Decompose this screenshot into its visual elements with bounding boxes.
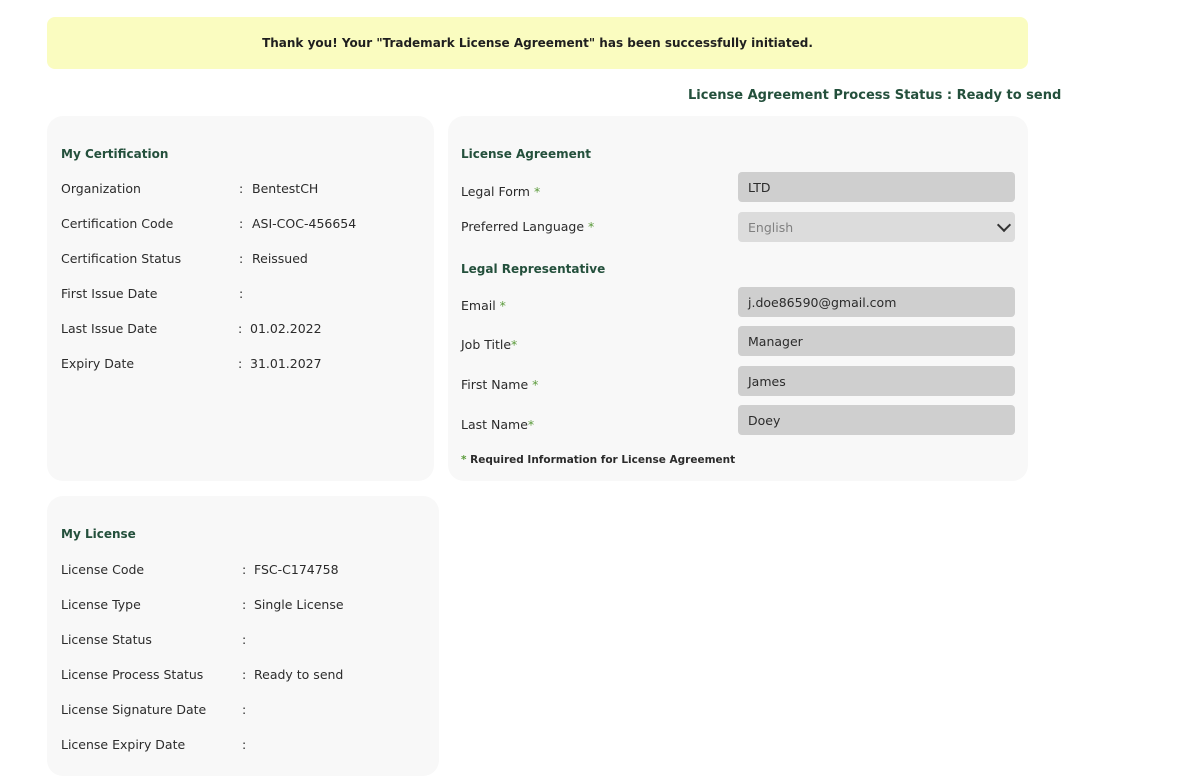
colon: : [239, 251, 244, 266]
license-process-status-value: Ready to send [254, 667, 344, 682]
license-card: My License License Code : FSC-C174758 Li… [47, 496, 439, 776]
license-process-status-label: License Process Status [61, 667, 204, 682]
organization-value: BentestCH [252, 181, 319, 196]
colon: : [238, 321, 243, 336]
last-issue-date-label: Last Issue Date [61, 321, 158, 336]
first-name-label: First Name * [461, 377, 539, 392]
license-signature-date-label: License Signature Date [61, 702, 207, 717]
colon: : [239, 216, 244, 231]
email-field[interactable]: j.doe86590@gmail.com [738, 287, 1015, 317]
colon: : [242, 702, 247, 717]
last-name-field[interactable]: Doey [738, 405, 1015, 435]
license-type-value: Single License [254, 597, 344, 612]
required-info-note: * Required Information for License Agree… [461, 454, 736, 466]
certification-code-label: Certification Code [61, 216, 174, 231]
last-name-label: Last Name* [461, 417, 535, 432]
preferred-language-select[interactable]: English [738, 212, 1015, 242]
email-label: Email * [461, 298, 506, 313]
license-title: My License [61, 527, 136, 541]
chevron-down-icon [996, 217, 1012, 233]
colon: : [239, 286, 244, 301]
certification-title: My Certification [61, 147, 169, 161]
colon: : [242, 737, 247, 752]
preferred-language-label: Preferred Language * [461, 219, 595, 234]
certification-code-value: ASI-COC-456654 [252, 216, 357, 231]
license-status-label: License Status [61, 632, 152, 647]
first-name-field[interactable]: James [738, 366, 1015, 396]
certification-status-value: Reissued [252, 251, 308, 266]
colon: : [242, 597, 247, 612]
legal-form-label: Legal Form * [461, 184, 541, 199]
license-agreement-card: License Agreement Legal Form * LTD Prefe… [448, 116, 1028, 481]
first-issue-date-label: First Issue Date [61, 286, 158, 301]
license-code-value: FSC-C174758 [254, 562, 339, 577]
organization-label: Organization [61, 181, 141, 196]
license-agreement-title: License Agreement [461, 147, 592, 161]
last-issue-date-value: 01.02.2022 [250, 321, 322, 336]
certification-status-label: Certification Status [61, 251, 182, 266]
colon: : [239, 181, 244, 196]
legal-representative-title: Legal Representative [461, 262, 606, 276]
success-message: Thank you! Your "Trademark License Agree… [262, 36, 813, 50]
colon: : [242, 562, 247, 577]
expiry-date-label: Expiry Date [61, 356, 135, 371]
colon: : [242, 632, 247, 647]
certification-card: My Certification Organization : BentestC… [47, 116, 434, 481]
license-expiry-date-label: License Expiry Date [61, 737, 186, 752]
process-status: License Agreement Process Status : Ready… [688, 88, 1062, 103]
success-banner: Thank you! Your "Trademark License Agree… [47, 17, 1028, 69]
license-type-label: License Type [61, 597, 141, 612]
license-code-label: License Code [61, 562, 145, 577]
legal-form-input[interactable]: LTD [738, 172, 1015, 202]
colon: : [242, 667, 247, 682]
job-title-field[interactable]: Manager [738, 326, 1015, 356]
job-title-label: Job Title* [461, 337, 518, 352]
expiry-date-value: 31.01.2027 [250, 356, 322, 371]
colon: : [238, 356, 243, 371]
